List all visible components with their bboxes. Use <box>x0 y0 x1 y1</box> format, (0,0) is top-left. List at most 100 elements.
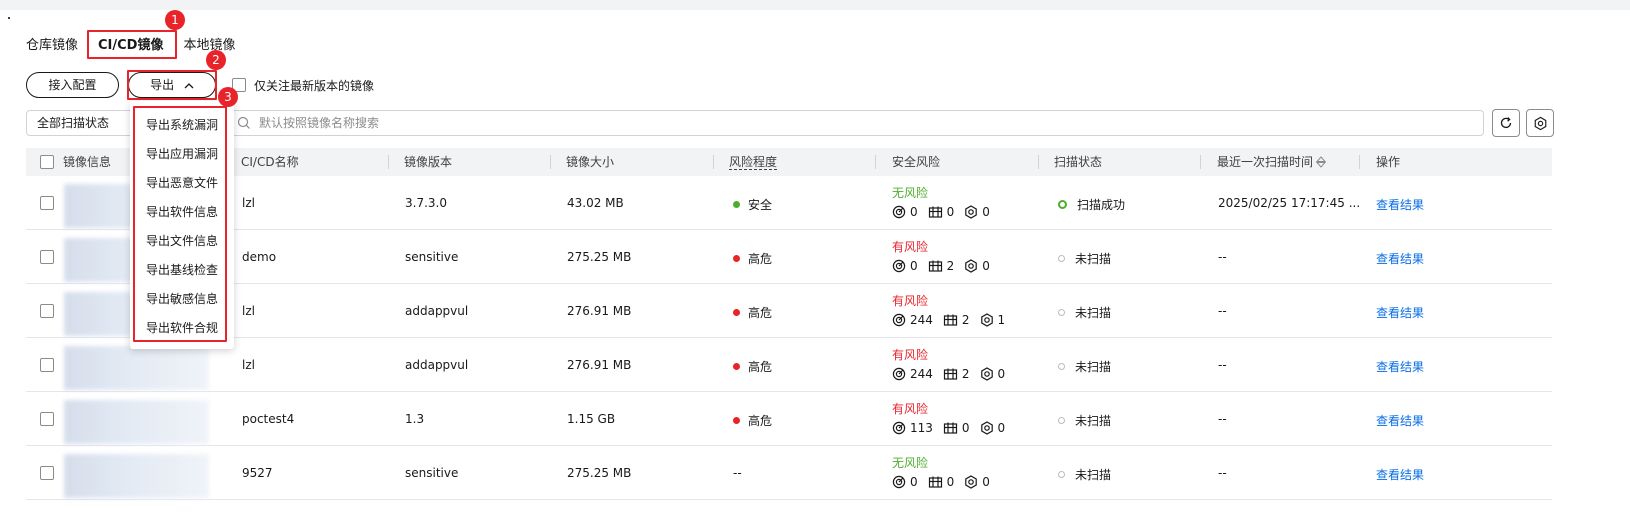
vulnerability-count: 113 <box>910 421 933 435</box>
size-cell: 43.02 MB <box>567 196 624 210</box>
table-row: 9527 sensitive 275.25 MB -- 无风险 0 0 0 未扫描 -- 查看结果 <box>26 446 1552 500</box>
vulnerability-count: 244 <box>910 367 933 381</box>
risk-dot <box>733 201 740 208</box>
latest-only-label: 仅关注最新版本的镜像 <box>254 79 375 93</box>
baseline-icon <box>943 368 958 380</box>
refresh-icon <box>1500 117 1512 129</box>
col-image-info: 镜像信息 <box>63 155 112 169</box>
malware-icon <box>980 421 993 435</box>
row-checkbox[interactable] <box>40 466 54 480</box>
risk-level-cell: 高危 <box>733 412 772 429</box>
col-version: 镜像版本 <box>404 155 453 169</box>
malware-icon <box>980 313 993 327</box>
vulnerability-icon <box>892 367 906 381</box>
security-risk-title: 无风险 <box>892 186 929 200</box>
col-separator <box>1359 155 1360 169</box>
last-scan-time-cell: 2025/02/25 17:17:45 ... <box>1218 196 1361 210</box>
security-risk-counts[interactable]: 244 2 1 <box>892 313 1015 327</box>
malware-icon <box>965 259 978 273</box>
scan-status-select[interactable]: 全部扫描状态 <box>26 110 136 136</box>
last-scan-time-cell: -- <box>1218 412 1227 426</box>
col-separator <box>1038 155 1039 169</box>
version-cell: 3.7.3.0 <box>405 196 447 210</box>
scan-status-text: 未扫描 <box>1075 306 1112 320</box>
col-last-scan-time[interactable]: 最近一次扫描时间 <box>1217 148 1313 176</box>
version-cell: sensitive <box>405 466 459 480</box>
row-checkbox[interactable] <box>40 304 54 318</box>
scan-status-cell: 未扫描 <box>1058 250 1111 267</box>
scan-status-text: 未扫描 <box>1075 360 1112 374</box>
col-risk-level[interactable]: 风险程度 <box>729 148 778 170</box>
risk-level-text: 安全 <box>748 198 773 212</box>
sort-icon[interactable] <box>1316 156 1326 168</box>
security-risk-title: 有风险 <box>892 240 929 254</box>
risk-level-text: 高危 <box>748 360 773 374</box>
last-scan-time-cell: -- <box>1218 466 1227 480</box>
settings-button[interactable] <box>1526 109 1554 137</box>
annotation-badge-3: 3 <box>218 87 238 107</box>
scan-status-ring <box>1058 309 1065 316</box>
vulnerability-icon <box>892 313 906 327</box>
gear-icon <box>1534 116 1546 130</box>
security-risk-counts[interactable]: 113 0 0 <box>892 421 1015 435</box>
view-result-link[interactable]: 查看结果 <box>1376 196 1424 213</box>
baseline-count: 0 <box>946 205 955 219</box>
vulnerability-icon <box>892 259 906 273</box>
image-thumbnail <box>64 346 209 390</box>
col-separator <box>713 155 714 169</box>
security-risk-title: 有风险 <box>892 402 929 416</box>
malware-icon <box>965 475 978 489</box>
security-risk-counts[interactable]: 0 0 0 <box>892 475 1000 489</box>
security-risk-title: 无风险 <box>892 456 929 470</box>
row-checkbox[interactable] <box>40 358 54 372</box>
tab-repository-images[interactable]: 仓库镜像 <box>26 33 88 59</box>
scan-status-cell: 未扫描 <box>1058 358 1111 375</box>
scan-status-ring <box>1058 471 1065 478</box>
table-row: lzl 3.7.3.0 43.02 MB 安全 无风险 0 0 0 扫描成功 2025/02/25… <box>26 176 1552 230</box>
annotation-badge-1: 1 <box>165 10 185 30</box>
version-cell: addappvul <box>405 304 469 318</box>
malware-icon <box>980 367 993 381</box>
vulnerability-icon <box>892 475 906 489</box>
vulnerability-icon <box>892 421 906 435</box>
view-result-link[interactable]: 查看结果 <box>1376 304 1424 321</box>
view-result-link[interactable]: 查看结果 <box>1376 466 1424 483</box>
risk-dot <box>733 363 740 370</box>
scan-status-cell: 未扫描 <box>1058 412 1111 429</box>
table-row: poctest4 1.3 1.15 GB 高危 有风险 113 0 0 未扫描 -- 查看结果 <box>26 392 1552 446</box>
row-checkbox[interactable] <box>40 412 54 426</box>
risk-level-text: 高危 <box>748 252 773 266</box>
access-config-button[interactable]: 接入配置 <box>26 72 119 98</box>
cicd-name-cell: lzl <box>242 196 255 210</box>
annotation-badge-2: 2 <box>206 50 226 70</box>
col-security-risk: 安全风险 <box>892 155 941 169</box>
vulnerability-icon <box>892 205 906 219</box>
malware-icon <box>965 205 978 219</box>
vulnerability-count: 0 <box>910 205 918 219</box>
view-result-link[interactable]: 查看结果 <box>1376 358 1424 375</box>
row-checkbox[interactable] <box>40 250 54 264</box>
scan-status-cell: 未扫描 <box>1058 304 1111 321</box>
view-result-link[interactable]: 查看结果 <box>1376 250 1424 267</box>
vulnerability-count: 244 <box>910 313 933 327</box>
cicd-name-cell: lzl <box>242 304 255 318</box>
select-all-checkbox[interactable] <box>40 155 54 169</box>
dot-marker <box>8 17 10 19</box>
security-risk-counts[interactable]: 0 2 0 <box>892 259 1000 273</box>
risk-level-cell: 高危 <box>733 250 772 267</box>
security-risk-counts[interactable]: 0 0 0 <box>892 205 1000 219</box>
refresh-button[interactable] <box>1492 109 1520 137</box>
search-input[interactable] <box>225 111 1425 135</box>
scan-status-text: 扫描成功 <box>1077 198 1126 212</box>
risk-dot <box>733 417 740 424</box>
malware-count: 0 <box>997 421 1006 435</box>
row-checkbox[interactable] <box>40 196 54 210</box>
security-risk-counts[interactable]: 244 2 0 <box>892 367 1015 381</box>
risk-dot <box>733 309 740 316</box>
view-result-link[interactable]: 查看结果 <box>1376 412 1424 429</box>
risk-level-text: -- <box>733 466 742 480</box>
malware-count: 1 <box>997 313 1006 327</box>
risk-level-cell: 安全 <box>733 196 772 213</box>
scan-status-ring <box>1058 200 1067 209</box>
vulnerability-count: 0 <box>910 259 918 273</box>
